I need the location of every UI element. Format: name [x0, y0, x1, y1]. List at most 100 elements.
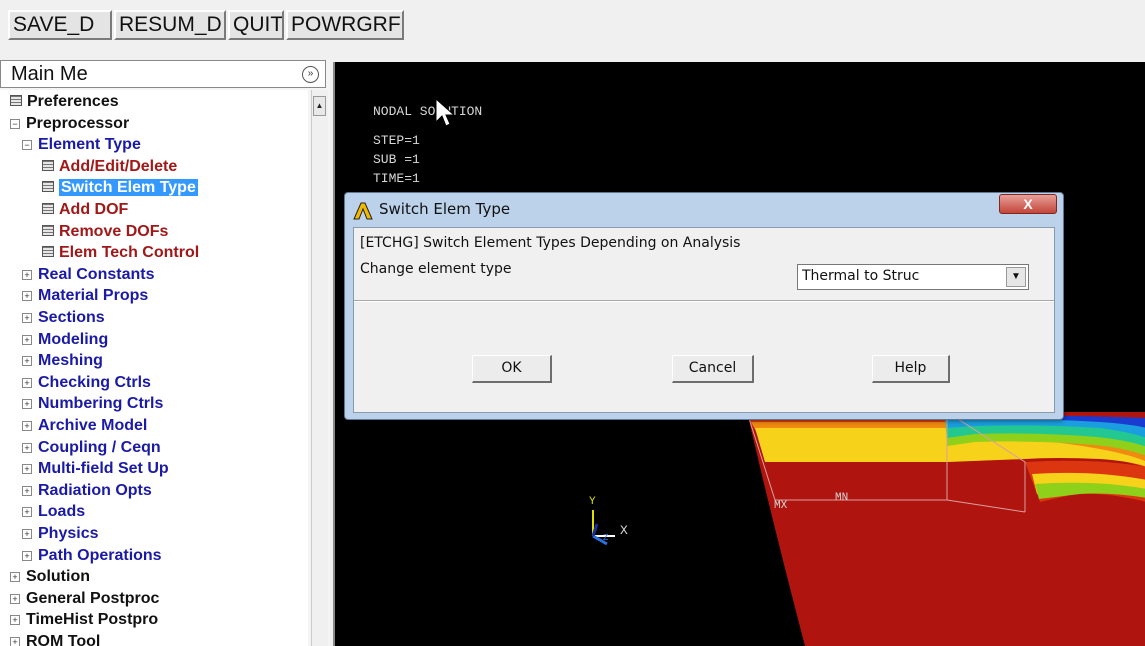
menu-leaf-icon — [42, 181, 54, 193]
menu-leaf-icon — [42, 159, 54, 171]
menu-item-switch-elem-type[interactable]: Switch Elem Type — [42, 177, 198, 198]
menu-item-label: Remove DOFs — [59, 222, 169, 240]
menu-item-label: Path Operations — [38, 546, 162, 564]
expand-node-icon[interactable]: + — [22, 421, 32, 431]
menu-scrollbar[interactable]: ▲ — [311, 90, 328, 646]
menu-item-label: Archive Model — [38, 417, 148, 434]
expand-node-icon[interactable]: + — [22, 550, 32, 561]
close-button[interactable]: X — [999, 194, 1057, 214]
expand-node-icon[interactable]: + — [22, 269, 32, 280]
collapse-node-icon[interactable]: − — [22, 140, 32, 151]
expand-node-icon[interactable]: + — [10, 593, 20, 604]
ansys-logo-icon — [353, 202, 373, 220]
expand-node-icon[interactable]: + — [22, 291, 32, 302]
expand-node-icon[interactable]: + — [10, 615, 20, 626]
menu-item-label: Radiation Opts — [38, 481, 152, 499]
menu-item-label: Add/Edit/Delete — [59, 157, 178, 175]
expand-node-icon[interactable]: + — [22, 334, 32, 345]
axis-z-label: Z — [603, 533, 609, 543]
menu-item-elem-tech-control[interactable]: Elem Tech Control — [42, 242, 199, 263]
menu-item-label: Element Type — [38, 136, 141, 154]
menu-item-label: Coupling / Ceqn — [38, 438, 161, 456]
menu-item-label: Multi-field Set Up — [38, 460, 169, 478]
menu-item-sections[interactable]: + Sections — [22, 307, 105, 328]
toolbar: SAVE_D RESUM_D QUIT POWRGRF — [0, 0, 1145, 56]
menu-item-label: Material Props — [38, 287, 149, 305]
menu-item-real-constants[interactable]: + Real Constants — [22, 264, 154, 285]
menu-item-add-dof[interactable]: Add DOF — [42, 199, 128, 220]
menu-item-path-operations[interactable]: + Path Operations — [22, 545, 162, 566]
menu-item-label: Add DOF — [59, 201, 129, 218]
quit-button[interactable]: QUIT — [228, 10, 284, 40]
save-db-button[interactable]: SAVE_D — [8, 10, 112, 40]
axis-x-label: X — [620, 523, 628, 538]
help-button[interactable]: Help — [872, 355, 950, 383]
expand-node-icon[interactable]: + — [22, 507, 32, 518]
expand-node-icon[interactable]: + — [10, 572, 20, 583]
menu-item-label: Meshing — [38, 352, 103, 370]
dialog-titlebar[interactable]: Switch Elem Type X — [345, 193, 1063, 225]
main-menu-panel: Main Me » Preferences − Preprocessor − Eleme… — [0, 60, 330, 646]
menu-item-archive-model[interactable]: + Archive Model — [22, 415, 147, 436]
dropdown-arrow-icon[interactable]: ▼ — [1006, 267, 1026, 287]
menu-item-general-postproc[interactable]: + General Postproc — [10, 588, 159, 609]
expand-node-icon[interactable]: + — [22, 399, 32, 410]
dialog-title: Switch Elem Type — [379, 200, 511, 218]
powergraphics-button[interactable]: POWRGRF — [286, 10, 404, 40]
menu-item-timehist-postpro[interactable]: + TimeHist Postpro — [10, 609, 158, 630]
menu-item-rom-tool[interactable]: + ROM Tool — [10, 631, 100, 646]
menu-item-label: General Postproc — [26, 589, 160, 607]
change-element-type-label: Change element type — [360, 261, 512, 277]
max-label: MX — [774, 500, 788, 512]
menu-item-preprocessor[interactable]: − Preprocessor — [10, 113, 129, 134]
menu-tree: Preferences − Preprocessor − Element Type Add… — [0, 90, 308, 646]
menu-item-modeling[interactable]: + Modeling — [22, 329, 108, 350]
menu-item-label: Solution — [26, 568, 90, 586]
menu-leaf-icon — [42, 246, 54, 258]
menu-leaf-icon — [10, 95, 22, 106]
command-description: [ETCHG] Switch Element Types Depending o… — [360, 235, 741, 251]
menu-item-preferences[interactable]: Preferences — [10, 91, 119, 112]
expand-node-icon[interactable]: + — [22, 442, 32, 453]
menu-item-label: Numbering Ctrls — [38, 395, 164, 413]
cancel-button[interactable]: Cancel — [672, 355, 754, 383]
menu-item-label: TimeHist Postpro — [26, 611, 159, 629]
expand-node-icon[interactable]: + — [22, 464, 32, 475]
dialog-body: [ETCHG] Switch Element Types Depending o… — [353, 227, 1055, 413]
menu-item-multi-field-set-up[interactable]: + Multi-field Set Up — [22, 458, 169, 479]
menu-item-coupling-ceqn[interactable]: + Coupling / Ceqn — [22, 437, 161, 458]
menu-leaf-icon — [42, 203, 54, 214]
menu-item-loads[interactable]: + Loads — [22, 501, 85, 522]
menu-item-label: Preprocessor — [26, 114, 130, 132]
menu-item-label: Switch Elem Type — [59, 179, 198, 197]
expand-node-icon[interactable]: + — [22, 485, 32, 496]
menu-item-label: Elem Tech Control — [59, 244, 200, 262]
main-menu-title: Main Me — [11, 63, 88, 85]
menu-item-meshing[interactable]: + Meshing — [22, 350, 103, 371]
menu-item-add-edit-delete[interactable]: Add/Edit/Delete — [42, 156, 177, 177]
menu-item-radiation-opts[interactable]: + Radiation Opts — [22, 480, 152, 501]
expand-node-icon[interactable]: + — [22, 529, 32, 539]
element-type-select[interactable]: Thermal to Struc ▼ — [797, 264, 1029, 290]
menu-item-physics[interactable]: + Physics — [22, 523, 98, 544]
expand-node-icon[interactable]: + — [22, 313, 32, 323]
menu-item-checking-ctrls[interactable]: + Checking Ctrls — [22, 372, 151, 393]
switch-elem-type-dialog: Switch Elem Type X [ETCHG] Switch Elemen… — [344, 192, 1064, 420]
ok-button[interactable]: OK — [472, 355, 552, 383]
axis-y-label: Y — [589, 496, 596, 508]
menu-item-solution[interactable]: + Solution — [10, 566, 90, 587]
menu-item-label: Modeling — [38, 330, 109, 348]
dialog-divider — [354, 300, 1054, 302]
collapse-menu-icon[interactable]: » — [302, 66, 319, 83]
collapse-node-icon[interactable]: − — [10, 118, 20, 129]
expand-node-icon[interactable]: + — [10, 637, 20, 646]
expand-node-icon[interactable]: + — [22, 377, 32, 388]
resume-db-button[interactable]: RESUM_D — [114, 10, 226, 40]
scroll-up-arrow-icon[interactable]: ▲ — [313, 96, 326, 116]
expand-node-icon[interactable]: + — [22, 356, 32, 367]
menu-item-element-type[interactable]: − Element Type — [22, 134, 141, 155]
menu-item-remove-dofs[interactable]: Remove DOFs — [42, 221, 168, 242]
menu-item-numbering-ctrls[interactable]: + Numbering Ctrls — [22, 393, 163, 414]
menu-item-material-props[interactable]: + Material Props — [22, 285, 148, 306]
main-menu-header: Main Me » — [0, 60, 326, 88]
